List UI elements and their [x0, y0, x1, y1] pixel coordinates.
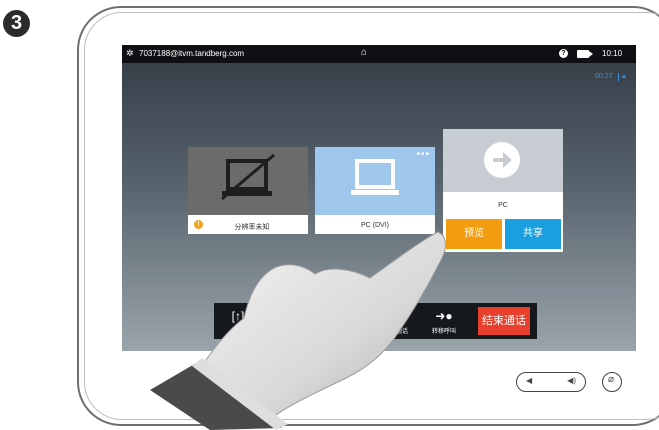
camera-icon[interactable] — [577, 50, 593, 58]
mute-microphone-button[interactable]: ⌀ — [602, 372, 622, 392]
more-icon[interactable]: ••• — [416, 149, 430, 160]
hold-label: 保持通话 — [383, 329, 408, 335]
source-label: 分辨率未知 — [234, 224, 270, 231]
source-tile-pc[interactable]: PC 预览 共享 — [443, 129, 563, 252]
preview-button[interactable]: 预览 — [446, 219, 502, 249]
microphone-muted-icon: ⌀ — [608, 374, 615, 385]
no-presentation-icon — [221, 153, 275, 201]
share-icon: [↑] — [231, 309, 245, 323]
end-call-button[interactable]: 结束通话 — [478, 307, 530, 335]
volume-up-icon[interactable]: ◀) — [567, 376, 576, 385]
hold-button[interactable]: ❚❚ 保持通话 — [374, 303, 418, 339]
call-toolbar: [↑] 共享 ❚❚ 保持通话 ➜● 转移呼叫 结束通话 — [214, 303, 537, 339]
transfer-label: 转移呼叫 — [431, 329, 456, 335]
lock-icon: 🔒︎ — [618, 73, 626, 81]
status-bar: ✲ 7037188@itvm.tandberg.com ⌂ ? 10:10 — [122, 45, 636, 63]
source-label: PC (DVI) — [361, 222, 389, 229]
transfer-icon: ➜● — [435, 309, 453, 323]
call-duration: 00:27 — [595, 73, 613, 80]
help-icon[interactable]: ? — [559, 49, 568, 58]
home-icon[interactable]: ⌂ — [361, 47, 367, 58]
source-label: PC — [498, 202, 508, 209]
source-thumbnail — [443, 129, 563, 192]
contact-address: 7037188@itvm.tandberg.com — [139, 49, 245, 58]
source-tile-unknown[interactable]: ! 分辨率未知 — [188, 147, 308, 234]
share-button[interactable]: 共享 — [505, 219, 561, 249]
arrow-circle-icon — [484, 142, 520, 178]
step-number-badge: 3 — [3, 10, 30, 37]
touch-screen: ✲ 7037188@itvm.tandberg.com ⌂ ? 10:10 00… — [122, 45, 636, 351]
source-thumbnail — [188, 147, 308, 215]
volume-control[interactable]: ◀ ◀) — [516, 372, 586, 392]
gear-icon[interactable]: ✲ — [126, 48, 134, 59]
volume-down-icon[interactable]: ◀ — [526, 376, 532, 385]
pause-icon: ❚❚ — [385, 309, 407, 323]
clock: 10:10 — [602, 49, 623, 58]
toolbar-share-label: 共享 — [231, 329, 244, 335]
transfer-button[interactable]: ➜● 转移呼叫 — [424, 303, 464, 339]
source-tile-pc-dvi[interactable]: ••• PC (DVI) — [315, 147, 435, 234]
toolbar-share-button[interactable]: [↑] 共享 — [218, 303, 258, 339]
